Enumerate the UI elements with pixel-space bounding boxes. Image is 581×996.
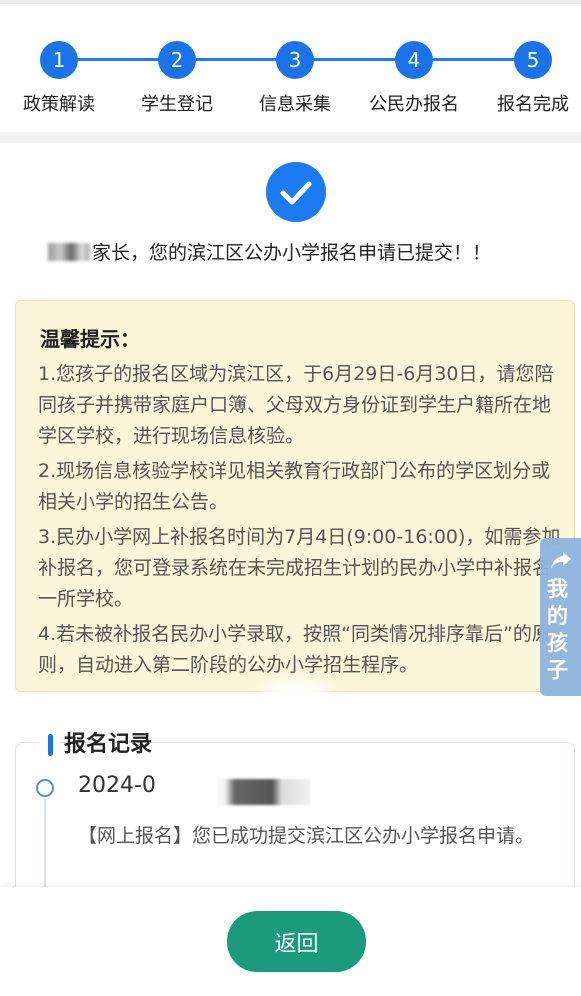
tips-body: 1.您孩子的报名区域为滨江区，于6月29日-6月30日，请您陪同孩子并携带家庭户… — [38, 359, 564, 685]
tips-title: 温馨提示： — [40, 327, 140, 351]
check-circle-icon — [266, 162, 326, 222]
records-header: 报名记录 — [40, 726, 152, 760]
step-1-label: 政策解读 — [23, 94, 95, 115]
tip-item: 2.现场信息核验学校详见相关教育行政部门公布的学区划分或相关小学的招生公告。 — [38, 460, 551, 513]
step-2-label: 学生登记 — [141, 94, 213, 115]
back-button[interactable]: 返回 — [227, 911, 366, 972]
step-3-circle: 3 — [276, 41, 314, 79]
light-glare — [261, 681, 331, 701]
record-description: 【网上报名】您已成功提交滨江区公办小学报名申请。 — [78, 825, 535, 847]
record-date: 2024-0 — [78, 773, 156, 798]
submission-message: 家长，您的滨江区公办小学报名申请已提交！！ — [48, 238, 491, 265]
records-title: 报名记录 — [64, 732, 153, 757]
tip-item: 4.若未被补报名民办小学录取，按照“同类情况排序靠后”的原则，自动进入第二阶段的… — [38, 623, 551, 676]
timeline-dot-icon — [36, 779, 54, 797]
step-2-circle: 2 — [158, 41, 196, 79]
step-5-label: 报名完成 — [497, 94, 569, 115]
step-3-label: 信息采集 — [259, 94, 331, 115]
share-arrow-icon — [551, 552, 571, 569]
tips-panel: 温馨提示： 1.您孩子的报名区域为滨江区，于6月29日-6月30日，请您陪同孩子… — [15, 300, 575, 701]
main-content: 家长，您的滨江区公办小学报名申请已提交！！ 温馨提示： 1.您孩子的报名区域为滨… — [0, 143, 581, 949]
submission-text: 家长，您的滨江区公办小学报名申请已提交！！ — [92, 242, 492, 264]
records-accent-bar — [48, 734, 53, 756]
tip-item: 1.您孩子的报名区域为滨江区，于6月29日-6月30日，请您陪同孩子并携带家庭户… — [38, 363, 554, 447]
my-child-side-tab[interactable]: 我的孩子 — [540, 538, 581, 696]
bottom-bar: 返回 — [0, 887, 581, 996]
step-1-circle: 1 — [40, 41, 78, 79]
step-4-label: 公民办报名 — [369, 94, 459, 115]
step-5-circle: 5 — [514, 41, 552, 79]
tip-item: 3.民办小学网上补报名时间为7月4日(9:00-16:00)，如需参加补报名，您… — [38, 526, 561, 610]
step-4-circle: 4 — [395, 41, 433, 79]
redacted-date — [216, 779, 310, 805]
progress-steps: 1 政策解读 2 学生登记 3 信息采集 4 公民办报名 5 报名完成 — [0, 4, 581, 132]
side-tab-label: 我的孩子 — [547, 577, 568, 682]
redacted-name — [48, 243, 90, 261]
